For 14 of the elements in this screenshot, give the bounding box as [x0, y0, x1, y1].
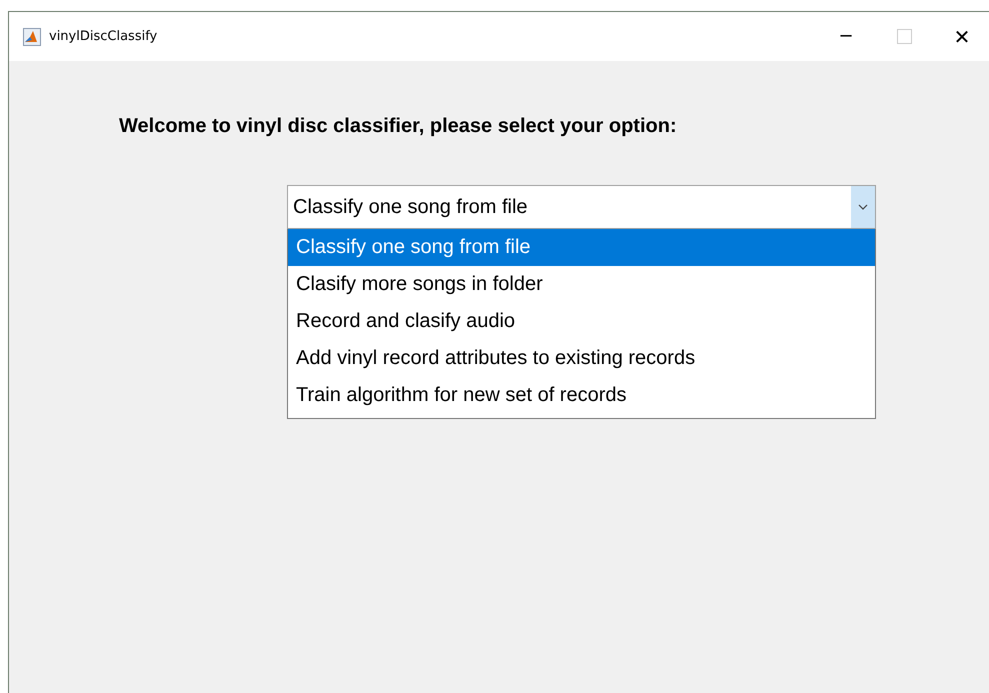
dropdown-arrow-button[interactable] — [851, 186, 875, 228]
dropdown-option[interactable]: Train algorithm for new set of records — [288, 377, 875, 414]
dropdown-option[interactable]: Classify one song from file — [288, 229, 875, 266]
window-title: vinylDiscClassify — [49, 29, 158, 44]
dropdown-value: Classify one song from file — [292, 196, 529, 218]
heading: Welcome to vinyl disc classifier, please select your option: — [119, 115, 678, 138]
app-icon — [23, 28, 41, 46]
close-button[interactable]: ✕ — [939, 12, 985, 61]
dropdown-option[interactable]: Add vinyl record attributes to existing records — [288, 340, 875, 377]
minimize-button[interactable]: ─ — [823, 12, 869, 61]
chevron-down-icon — [858, 204, 868, 210]
option-dropdown[interactable]: Classify one song from file — [287, 185, 876, 229]
dropdown-option[interactable]: Record and clasify audio — [288, 303, 875, 340]
dropdown-option[interactable]: Clasify more songs in folder — [288, 266, 875, 303]
